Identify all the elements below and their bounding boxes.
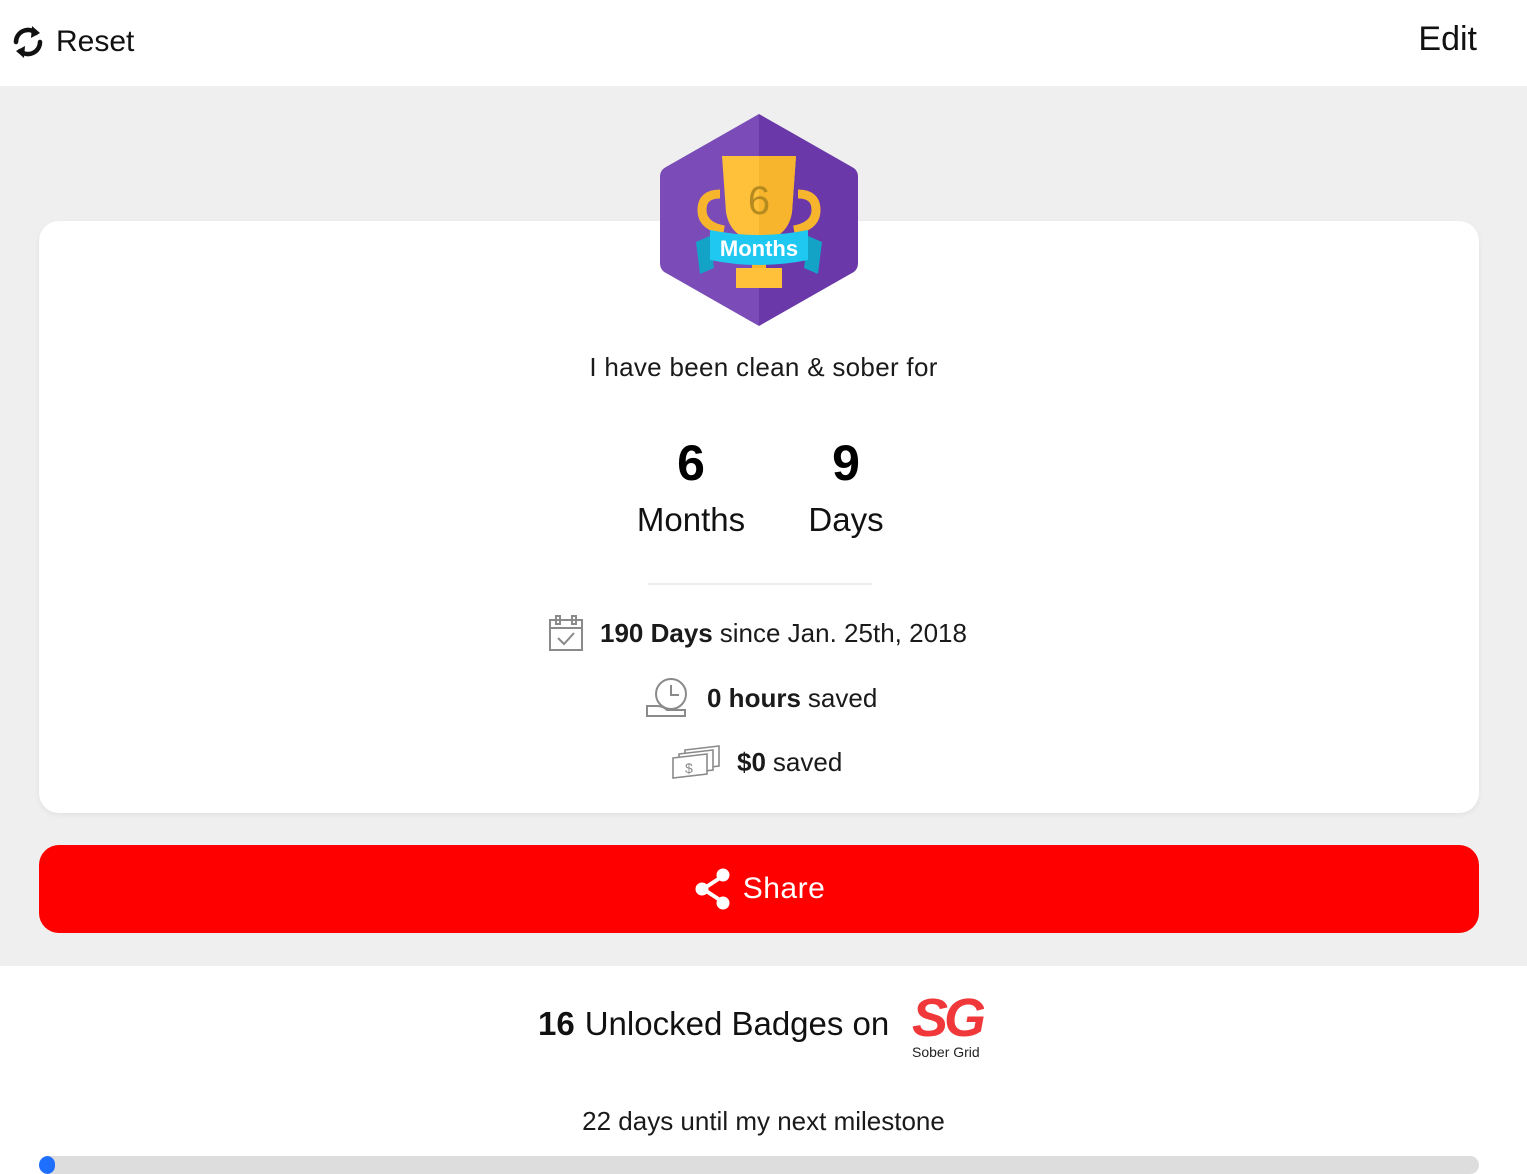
clock-hand-icon bbox=[646, 678, 687, 717]
badge-ribbon-text: Months bbox=[720, 236, 798, 261]
days-since-bold: 190 Days bbox=[600, 617, 713, 648]
share-button[interactable]: Share bbox=[39, 845, 1479, 933]
days-counter: 9 Days bbox=[790, 434, 902, 542]
sober-grid-logo-text: Sober Grid bbox=[912, 1044, 980, 1060]
days-label: Days bbox=[808, 501, 884, 538]
edit-button[interactable]: Edit bbox=[1418, 20, 1477, 59]
money-saved-bold: $0 bbox=[737, 746, 766, 777]
unlocked-badges-heading: 16 Unlocked Badges on bbox=[538, 1005, 889, 1043]
share-label: Share bbox=[742, 872, 826, 905]
months-label: Months bbox=[636, 501, 746, 538]
badges-count: 16 bbox=[538, 1005, 575, 1042]
money-stack-icon: $ bbox=[672, 745, 720, 779]
days-since-stat: 190 Days since Jan. 25th, 2018 bbox=[548, 614, 967, 652]
share-icon bbox=[695, 868, 730, 910]
milestone-progress-bar bbox=[39, 1156, 1479, 1174]
svg-text:$: $ bbox=[685, 760, 693, 776]
sober-grid-logo-mark: SG bbox=[912, 992, 984, 1040]
milestone-progress-fill bbox=[39, 1156, 55, 1174]
days-value: 9 bbox=[832, 435, 860, 491]
money-saved-stat: $ $0 saved bbox=[671, 742, 842, 782]
six-months-badge-icon: 6 Months bbox=[660, 114, 858, 326]
hours-saved-stat: 0 hours saved bbox=[645, 676, 877, 720]
calendar-check-icon bbox=[549, 615, 583, 651]
refresh-icon bbox=[13, 26, 43, 58]
divider bbox=[648, 583, 872, 585]
next-milestone-text: 22 days until my next milestone bbox=[582, 1106, 945, 1136]
badge-number: 6 bbox=[748, 179, 770, 223]
reset-button[interactable]: Reset bbox=[10, 18, 134, 66]
top-bar: Reset Edit bbox=[0, 0, 1527, 86]
money-saved-text: saved bbox=[772, 746, 843, 777]
reset-label: Reset bbox=[56, 25, 135, 58]
months-value: 6 bbox=[677, 435, 705, 491]
sober-grid-logo-icon: SG bbox=[912, 988, 989, 1048]
badges-text: Unlocked Badges on bbox=[584, 1005, 890, 1042]
sober-grid-logo: SG Sober Grid bbox=[912, 988, 989, 1064]
lead-text: I have been clean & sober for bbox=[589, 352, 938, 382]
months-counter: 6 Months bbox=[620, 434, 762, 542]
hours-saved-bold: 0 hours bbox=[707, 682, 801, 713]
days-since-text: since Jan. 25th, 2018 bbox=[719, 617, 967, 648]
hours-saved-text: saved bbox=[807, 682, 878, 713]
